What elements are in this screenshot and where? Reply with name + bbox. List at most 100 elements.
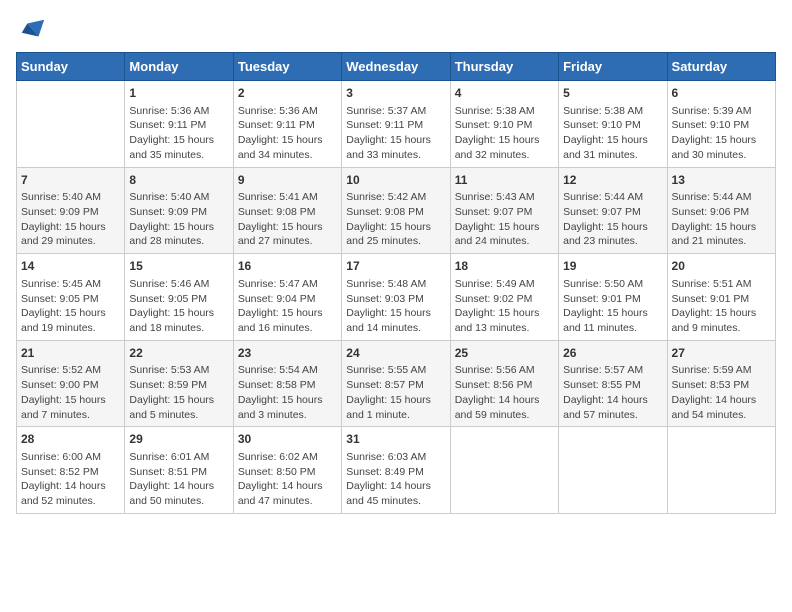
day-content: Sunrise: 5:52 AM Sunset: 9:00 PM Dayligh…	[21, 363, 120, 422]
calendar-cell: 29Sunrise: 6:01 AM Sunset: 8:51 PM Dayli…	[125, 427, 233, 514]
day-content: Sunrise: 5:54 AM Sunset: 8:58 PM Dayligh…	[238, 363, 337, 422]
day-number: 3	[346, 85, 445, 102]
header-row: SundayMondayTuesdayWednesdayThursdayFrid…	[17, 53, 776, 81]
day-content: Sunrise: 5:55 AM Sunset: 8:57 PM Dayligh…	[346, 363, 445, 422]
day-number: 12	[563, 172, 662, 189]
day-content: Sunrise: 5:38 AM Sunset: 9:10 PM Dayligh…	[563, 104, 662, 163]
day-content: Sunrise: 6:02 AM Sunset: 8:50 PM Dayligh…	[238, 450, 337, 509]
day-content: Sunrise: 5:43 AM Sunset: 9:07 PM Dayligh…	[455, 190, 554, 249]
calendar-cell: 13Sunrise: 5:44 AM Sunset: 9:06 PM Dayli…	[667, 167, 775, 254]
day-content: Sunrise: 5:44 AM Sunset: 9:06 PM Dayligh…	[672, 190, 771, 249]
day-number: 23	[238, 345, 337, 362]
day-number: 16	[238, 258, 337, 275]
day-number: 14	[21, 258, 120, 275]
day-content: Sunrise: 6:01 AM Sunset: 8:51 PM Dayligh…	[129, 450, 228, 509]
day-number: 28	[21, 431, 120, 448]
col-header-saturday: Saturday	[667, 53, 775, 81]
calendar-cell: 16 Sunrise: 5:47 AM Sunset: 9:04 PM Dayli…	[233, 254, 341, 341]
page-header	[16, 16, 776, 44]
calendar-cell: 18Sunrise: 5:49 AM Sunset: 9:02 PM Dayli…	[450, 254, 558, 341]
day-number: 22	[129, 345, 228, 362]
calendar-cell: 8Sunrise: 5:40 AM Sunset: 9:09 PM Daylig…	[125, 167, 233, 254]
week-row-1: 1Sunrise: 5:36 AM Sunset: 9:11 PM Daylig…	[17, 81, 776, 168]
day-content: Sunrise: 5:39 AM Sunset: 9:10 PM Dayligh…	[672, 104, 771, 163]
calendar-cell: 10Sunrise: 5:42 AM Sunset: 9:08 PM Dayli…	[342, 167, 450, 254]
calendar-cell: 23Sunrise: 5:54 AM Sunset: 8:58 PM Dayli…	[233, 340, 341, 427]
day-number: 20	[672, 258, 771, 275]
day-number: 10	[346, 172, 445, 189]
calendar-table: SundayMondayTuesdayWednesdayThursdayFrid…	[16, 52, 776, 514]
calendar-cell: 25Sunrise: 5:56 AM Sunset: 8:56 PM Dayli…	[450, 340, 558, 427]
col-header-thursday: Thursday	[450, 53, 558, 81]
day-content: Sunrise: 5:48 AM Sunset: 9:03 PM Dayligh…	[346, 277, 445, 336]
calendar-cell: 6 Sunrise: 5:39 AM Sunset: 9:10 PM Daylig…	[667, 81, 775, 168]
day-content: Sunrise: 5:51 AM Sunset: 9:01 PM Dayligh…	[672, 277, 771, 336]
week-row-5: 28 Sunrise: 6:00 AM Sunset: 8:52 PM Dayli…	[17, 427, 776, 514]
calendar-cell: 11Sunrise: 5:43 AM Sunset: 9:07 PM Dayli…	[450, 167, 558, 254]
day-content: Sunrise: 5:46 AM Sunset: 9:05 PM Dayligh…	[129, 277, 228, 336]
day-content: Sunrise: 6:00 AM Sunset: 8:52 PM Dayligh…	[21, 450, 120, 509]
week-row-4: 21Sunrise: 5:52 AM Sunset: 9:00 PM Dayli…	[17, 340, 776, 427]
day-content: Sunrise: 5:44 AM Sunset: 9:07 PM Dayligh…	[563, 190, 662, 249]
day-number: 13	[672, 172, 771, 189]
logo-icon	[18, 16, 46, 44]
day-content: Sunrise: 5:56 AM Sunset: 8:56 PM Dayligh…	[455, 363, 554, 422]
day-number: 26	[563, 345, 662, 362]
calendar-cell: 21Sunrise: 5:52 AM Sunset: 9:00 PM Dayli…	[17, 340, 125, 427]
col-header-monday: Monday	[125, 53, 233, 81]
day-number: 4	[455, 85, 554, 102]
day-content: Sunrise: 5:36 AM Sunset: 9:11 PM Dayligh…	[238, 104, 337, 163]
calendar-cell: 28 Sunrise: 6:00 AM Sunset: 8:52 PM Dayli…	[17, 427, 125, 514]
calendar-cell: 4Sunrise: 5:38 AM Sunset: 9:10 PM Daylig…	[450, 81, 558, 168]
day-content: Sunrise: 5:40 AM Sunset: 9:09 PM Dayligh…	[129, 190, 228, 249]
day-number: 17	[346, 258, 445, 275]
day-number: 6	[672, 85, 771, 102]
calendar-cell: 17 Sunrise: 5:48 AM Sunset: 9:03 PM Dayli…	[342, 254, 450, 341]
day-number: 24	[346, 345, 445, 362]
day-content: Sunrise: 5:50 AM Sunset: 9:01 PM Dayligh…	[563, 277, 662, 336]
day-number: 31	[346, 431, 445, 448]
day-content: Sunrise: 5:41 AM Sunset: 9:08 PM Dayligh…	[238, 190, 337, 249]
day-content: Sunrise: 5:47 AM Sunset: 9:04 PM Dayligh…	[238, 277, 337, 336]
calendar-cell	[17, 81, 125, 168]
week-row-2: 7Sunrise: 5:40 AM Sunset: 9:09 PM Daylig…	[17, 167, 776, 254]
calendar-cell	[559, 427, 667, 514]
day-number: 30	[238, 431, 337, 448]
calendar-cell: 1Sunrise: 5:36 AM Sunset: 9:11 PM Daylig…	[125, 81, 233, 168]
day-number: 7	[21, 172, 120, 189]
day-content: Sunrise: 5:57 AM Sunset: 8:55 PM Dayligh…	[563, 363, 662, 422]
day-content: Sunrise: 6:03 AM Sunset: 8:49 PM Dayligh…	[346, 450, 445, 509]
calendar-cell: 19 Sunrise: 5:50 AM Sunset: 9:01 PM Dayli…	[559, 254, 667, 341]
day-content: Sunrise: 5:37 AM Sunset: 9:11 PM Dayligh…	[346, 104, 445, 163]
day-content: Sunrise: 5:53 AM Sunset: 8:59 PM Dayligh…	[129, 363, 228, 422]
col-header-wednesday: Wednesday	[342, 53, 450, 81]
day-number: 21	[21, 345, 120, 362]
day-content: Sunrise: 5:59 AM Sunset: 8:53 PM Dayligh…	[672, 363, 771, 422]
day-number: 19	[563, 258, 662, 275]
calendar-cell: 24Sunrise: 5:55 AM Sunset: 8:57 PM Dayli…	[342, 340, 450, 427]
calendar-cell: 27Sunrise: 5:59 AM Sunset: 8:53 PM Dayli…	[667, 340, 775, 427]
day-number: 9	[238, 172, 337, 189]
day-number: 11	[455, 172, 554, 189]
day-content: Sunrise: 5:42 AM Sunset: 9:08 PM Dayligh…	[346, 190, 445, 249]
col-header-sunday: Sunday	[17, 53, 125, 81]
calendar-cell: 5 Sunrise: 5:38 AM Sunset: 9:10 PM Daylig…	[559, 81, 667, 168]
calendar-cell: 22Sunrise: 5:53 AM Sunset: 8:59 PM Dayli…	[125, 340, 233, 427]
calendar-cell: 12Sunrise: 5:44 AM Sunset: 9:07 PM Dayli…	[559, 167, 667, 254]
day-number: 15	[129, 258, 228, 275]
day-number: 27	[672, 345, 771, 362]
day-content: Sunrise: 5:40 AM Sunset: 9:09 PM Dayligh…	[21, 190, 120, 249]
calendar-cell: 26Sunrise: 5:57 AM Sunset: 8:55 PM Dayli…	[559, 340, 667, 427]
calendar-cell: 2Sunrise: 5:36 AM Sunset: 9:11 PM Daylig…	[233, 81, 341, 168]
day-number: 8	[129, 172, 228, 189]
calendar-cell: 14Sunrise: 5:45 AM Sunset: 9:05 PM Dayli…	[17, 254, 125, 341]
week-row-3: 14Sunrise: 5:45 AM Sunset: 9:05 PM Dayli…	[17, 254, 776, 341]
calendar-cell: 31 Sunrise: 6:03 AM Sunset: 8:49 PM Dayli…	[342, 427, 450, 514]
calendar-cell: 3 Sunrise: 5:37 AM Sunset: 9:11 PM Daylig…	[342, 81, 450, 168]
calendar-cell: 7Sunrise: 5:40 AM Sunset: 9:09 PM Daylig…	[17, 167, 125, 254]
calendar-cell: 20 Sunrise: 5:51 AM Sunset: 9:01 PM Dayli…	[667, 254, 775, 341]
calendar-cell: 30 Sunrise: 6:02 AM Sunset: 8:50 PM Dayli…	[233, 427, 341, 514]
day-number: 5	[563, 85, 662, 102]
calendar-cell: 9Sunrise: 5:41 AM Sunset: 9:08 PM Daylig…	[233, 167, 341, 254]
calendar-cell	[450, 427, 558, 514]
